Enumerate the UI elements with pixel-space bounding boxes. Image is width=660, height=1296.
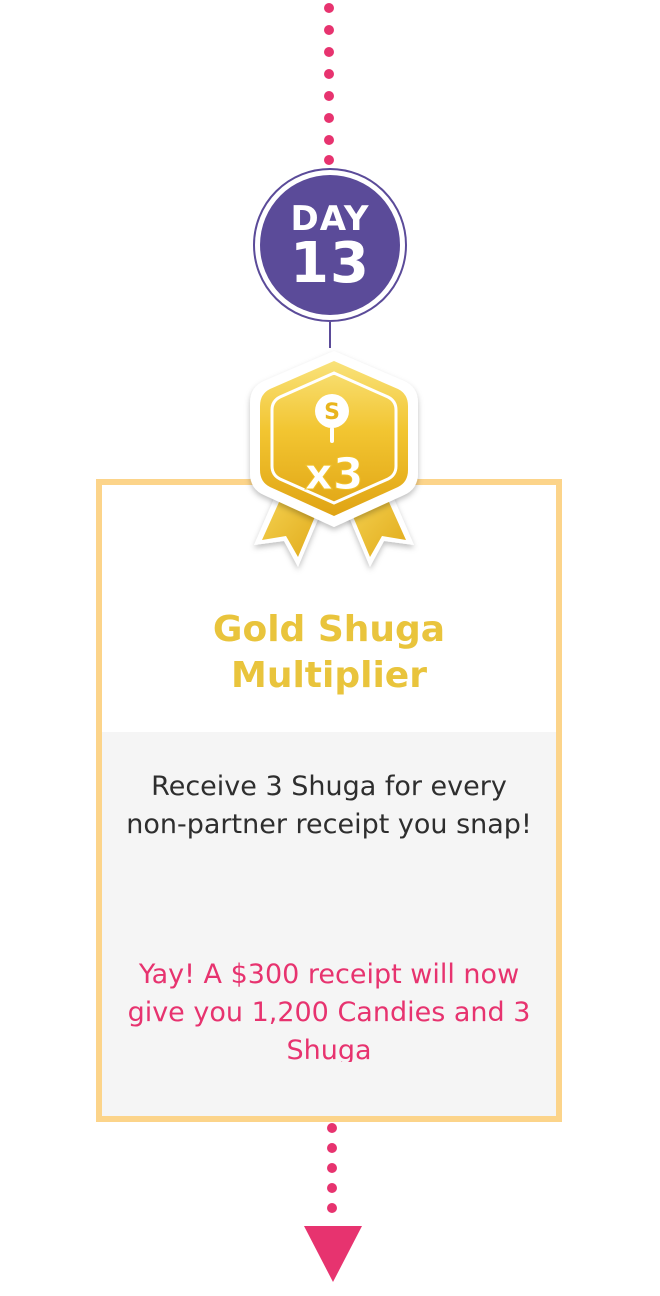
badge-multiplier: x3: [305, 449, 364, 500]
day-badge-inner: DAY 13: [260, 175, 400, 315]
reward-title: Gold Shuga Multiplier: [212, 609, 446, 696]
gold-ribbon-badge-icon: S x3: [250, 351, 418, 567]
reward-body: Receive 3 Shuga for every non-partner re…: [102, 732, 556, 1116]
badge-letter: S: [324, 400, 340, 425]
reward-description: Receive 3 Shuga for every non-partner re…: [126, 771, 532, 840]
reward-note: Yay! A $300 receipt will now give you 1,…: [127, 959, 531, 1062]
arrow-down-icon: [304, 1226, 362, 1282]
day-number: 13: [290, 231, 370, 296]
timeline-dots-top: [324, 3, 334, 165]
day-badge: DAY 13: [253, 168, 407, 322]
